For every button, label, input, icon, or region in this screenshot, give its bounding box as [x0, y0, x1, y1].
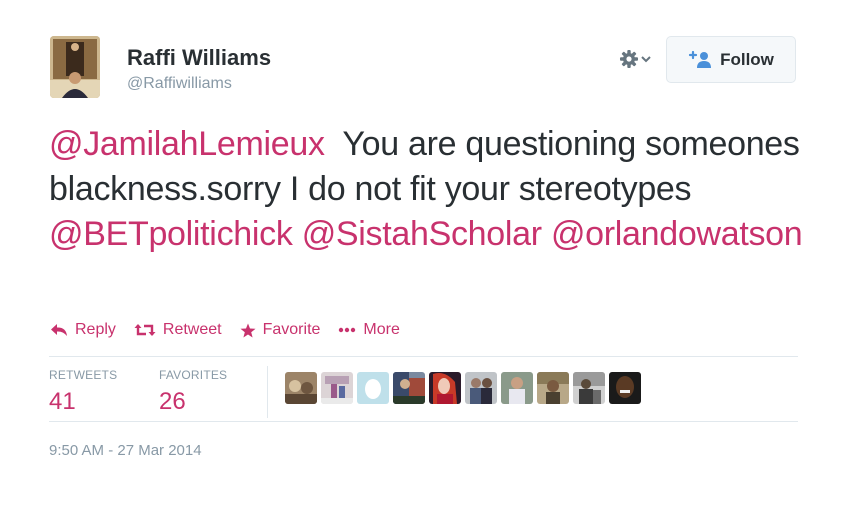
- more-button[interactable]: More: [338, 321, 400, 339]
- retweet-label: Retweet: [162, 321, 222, 338]
- divider: [49, 356, 798, 357]
- favoriter-avatar[interactable]: [573, 372, 605, 404]
- stats-separator: [267, 366, 268, 418]
- favoriter-avatar[interactable]: [537, 372, 569, 404]
- tweet-text-segment: [542, 215, 551, 253]
- retweets-stat[interactable]: RETWEETS 41: [49, 368, 117, 416]
- tweet-text: @JamilahLemieux You are questioning some…: [49, 122, 809, 257]
- tweet-text-segment: [293, 215, 302, 253]
- user-handle[interactable]: @Raffiwilliams: [127, 75, 232, 93]
- retweets-count: 41: [49, 388, 76, 415]
- chevron-down-icon: [641, 56, 651, 63]
- divider: [49, 421, 798, 422]
- favorites-count: 26: [159, 388, 186, 415]
- mention-link[interactable]: @BETpolitichick: [49, 215, 293, 253]
- favoriter-avatar[interactable]: [609, 372, 641, 404]
- more-label: More: [363, 321, 400, 338]
- star-icon: [240, 323, 256, 337]
- follow-button[interactable]: Follow: [666, 36, 796, 83]
- retweet-icon: [134, 324, 156, 336]
- settings-dropdown[interactable]: [619, 46, 659, 72]
- favorites-stat[interactable]: FAVORITES 26: [159, 368, 227, 416]
- avatar[interactable]: [50, 36, 100, 98]
- mention-link[interactable]: @JamilahLemieux: [49, 125, 325, 163]
- tweet-actions: Reply Retweet Favorite More: [50, 321, 418, 339]
- retweet-button[interactable]: Retweet: [134, 321, 222, 339]
- favoriter-avatars: [285, 372, 641, 404]
- favorites-label: FAVORITES: [159, 368, 228, 382]
- more-dots-icon: [339, 327, 356, 333]
- favoriter-avatar[interactable]: [321, 372, 353, 404]
- favoriter-avatar[interactable]: [429, 372, 461, 404]
- reply-icon: [51, 324, 67, 336]
- favorite-button[interactable]: Favorite: [240, 321, 321, 339]
- tweet-timestamp[interactable]: 9:50 AM - 27 Mar 2014: [49, 442, 202, 459]
- user-name[interactable]: Raffi Williams: [127, 45, 271, 71]
- favoriter-avatar[interactable]: [501, 372, 533, 404]
- favorite-label: Favorite: [262, 321, 321, 338]
- favoriter-avatar[interactable]: [285, 372, 317, 404]
- favoriter-avatar[interactable]: [393, 372, 425, 404]
- mention-link[interactable]: @orlandowatson: [551, 215, 803, 253]
- mention-link[interactable]: @SistahScholar: [302, 215, 542, 253]
- reply-label: Reply: [75, 321, 116, 338]
- favoriter-avatar[interactable]: [465, 372, 497, 404]
- avatar-image: [50, 36, 100, 98]
- retweets-label: RETWEETS: [49, 368, 118, 382]
- add-user-icon: [688, 50, 712, 68]
- gear-icon: [620, 50, 638, 68]
- reply-button[interactable]: Reply: [50, 321, 116, 339]
- favoriter-avatar[interactable]: [357, 372, 389, 404]
- follow-label: Follow: [720, 49, 774, 69]
